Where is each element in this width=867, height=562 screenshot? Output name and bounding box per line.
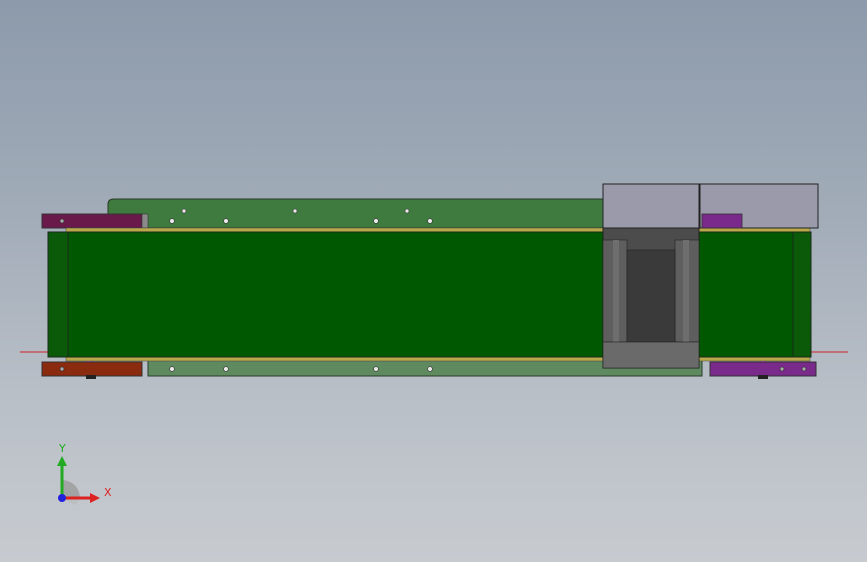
side-plate-top[interactable] — [107, 198, 604, 229]
triad-y-label: Y — [59, 442, 66, 455]
orientation-triad[interactable]: Y X — [40, 438, 130, 518]
motor-cap[interactable] — [602, 183, 700, 229]
right-bracket-bottom[interactable] — [709, 361, 817, 377]
left-bracket-top[interactable] — [41, 213, 143, 229]
left-bracket-top-block — [141, 213, 149, 229]
gearbox-flange — [701, 213, 743, 229]
triad-graphic — [57, 456, 100, 505]
right-foot — [758, 375, 768, 379]
graphics-viewport[interactable]: Y X — [0, 0, 867, 562]
right-bracket-bottom-hole-1 — [779, 366, 785, 372]
roller-right[interactable] — [792, 231, 812, 358]
right-bracket-bottom-hole-2 — [801, 366, 807, 372]
left-foot — [86, 375, 96, 379]
left-bracket-bottom-hole — [59, 366, 65, 372]
drive-motor[interactable] — [602, 227, 700, 369]
triad-x-label: X — [104, 486, 112, 499]
left-bracket-top-hole — [59, 218, 65, 224]
roller-left[interactable] — [47, 231, 69, 358]
left-bracket-bottom[interactable] — [41, 361, 143, 377]
conveyor-model[interactable] — [0, 0, 867, 562]
